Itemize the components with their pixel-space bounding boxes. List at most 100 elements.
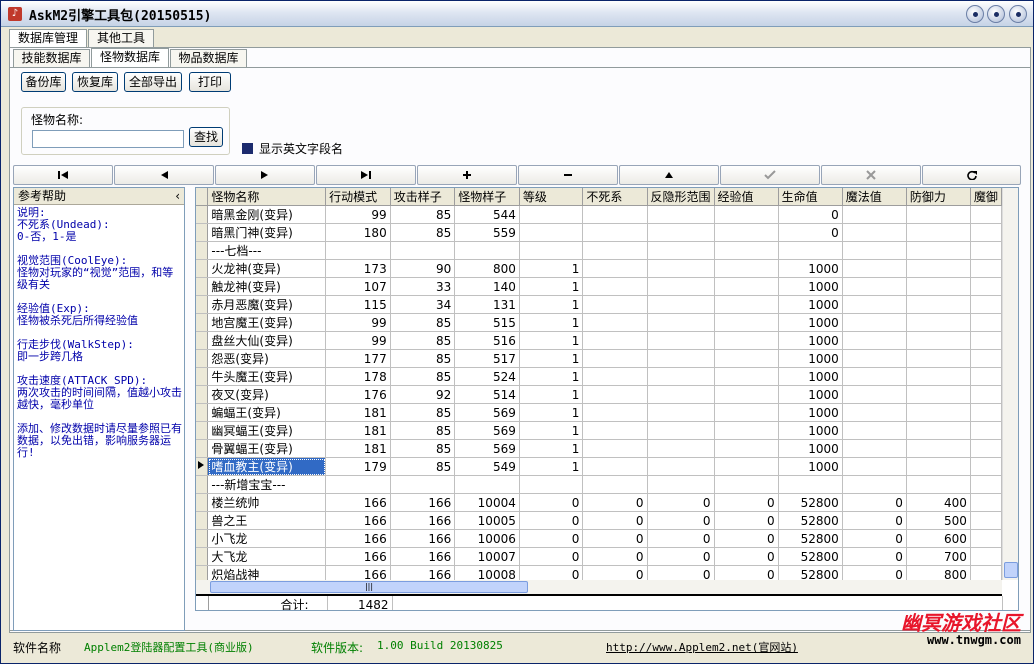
table-cell[interactable] xyxy=(970,241,1002,260)
table-row[interactable]: 火龙神(变异) 173 90 800 1 1000 xyxy=(196,259,1002,278)
table-cell[interactable] xyxy=(970,457,1002,476)
table-cell[interactable]: 0 xyxy=(582,565,648,580)
table-row[interactable]: 怨恶(变异) 177 85 517 1 1000 xyxy=(196,349,1002,368)
tab-database-manage[interactable]: 数据库管理 xyxy=(9,29,87,49)
table-cell[interactable]: 1 xyxy=(519,259,584,278)
cell-name[interactable]: 盘丝大仙(变异) xyxy=(207,331,327,350)
table-cell[interactable] xyxy=(582,403,648,422)
vertical-scroll-thumb[interactable] xyxy=(1004,562,1018,578)
table-cell[interactable] xyxy=(325,475,391,494)
table-cell[interactable]: 0 xyxy=(778,223,843,242)
table-cell[interactable]: 52800 xyxy=(778,529,843,548)
table-cell[interactable] xyxy=(714,349,779,368)
table-cell[interactable]: 0 xyxy=(714,547,779,566)
table-cell[interactable] xyxy=(582,385,648,404)
table-cell[interactable] xyxy=(906,277,971,296)
table-cell[interactable] xyxy=(842,421,907,440)
nav-cancel-button[interactable] xyxy=(821,165,921,185)
cell-name[interactable]: 兽之王 xyxy=(207,511,327,530)
table-cell[interactable] xyxy=(842,295,907,314)
table-cell[interactable]: 166 xyxy=(390,529,456,548)
table-cell[interactable]: 177 xyxy=(325,349,391,368)
nav-insert-button[interactable] xyxy=(417,165,517,185)
cell-name[interactable]: 夜叉(变异) xyxy=(207,385,327,404)
table-cell[interactable] xyxy=(970,529,1002,548)
table-cell[interactable]: 569 xyxy=(454,403,520,422)
table-cell[interactable]: 178 xyxy=(325,367,391,386)
table-cell[interactable] xyxy=(582,367,648,386)
table-cell[interactable]: 99 xyxy=(325,313,391,332)
table-cell[interactable]: 0 xyxy=(582,493,648,512)
table-cell[interactable] xyxy=(714,403,779,422)
table-cell[interactable] xyxy=(906,295,971,314)
table-cell[interactable]: 517 xyxy=(454,349,520,368)
table-row[interactable]: 暗黑门神(变异) 180 85 559 0 xyxy=(196,223,1002,242)
column-header[interactable]: 防御力 xyxy=(906,188,971,206)
restore-button[interactable]: 恢复库 xyxy=(72,72,118,92)
table-row[interactable]: 嗜血教主(变异) 179 85 549 1 1000 xyxy=(196,457,1002,476)
column-header[interactable]: 等级 xyxy=(519,188,584,206)
table-cell[interactable] xyxy=(714,421,779,440)
column-header[interactable]: 攻击样子 xyxy=(390,188,456,206)
table-cell[interactable] xyxy=(842,439,907,458)
column-header[interactable]: 生命值 xyxy=(778,188,843,206)
table-cell[interactable] xyxy=(906,313,971,332)
table-cell[interactable]: 115 xyxy=(325,295,391,314)
backup-button[interactable]: 备份库 xyxy=(21,72,66,92)
table-cell[interactable]: 1000 xyxy=(778,349,843,368)
table-cell[interactable] xyxy=(519,475,584,494)
table-cell[interactable]: 52800 xyxy=(778,565,843,580)
table-cell[interactable] xyxy=(647,421,715,440)
table-cell[interactable]: 516 xyxy=(454,331,520,350)
table-cell[interactable]: 0 xyxy=(647,493,715,512)
table-cell[interactable] xyxy=(647,241,715,260)
table-cell[interactable] xyxy=(519,241,584,260)
table-cell[interactable]: 166 xyxy=(325,529,391,548)
table-cell[interactable]: 34 xyxy=(390,295,456,314)
table-cell[interactable]: 166 xyxy=(325,511,391,530)
table-cell[interactable]: 0 xyxy=(842,529,907,548)
table-cell[interactable] xyxy=(970,439,1002,458)
table-cell[interactable]: 1 xyxy=(519,313,584,332)
table-cell[interactable] xyxy=(454,241,520,260)
table-cell[interactable] xyxy=(842,259,907,278)
table-cell[interactable] xyxy=(582,295,648,314)
table-cell[interactable] xyxy=(906,403,971,422)
table-row[interactable]: 触龙神(变异) 107 33 140 1 1000 xyxy=(196,277,1002,296)
table-cell[interactable] xyxy=(647,403,715,422)
table-cell[interactable] xyxy=(970,385,1002,404)
table-cell[interactable] xyxy=(325,241,391,260)
table-row[interactable]: 幽冥蝠王(变异) 181 85 569 1 1000 xyxy=(196,421,1002,440)
table-cell[interactable] xyxy=(714,475,779,494)
table-cell[interactable]: 85 xyxy=(390,403,456,422)
table-cell[interactable]: 181 xyxy=(325,439,391,458)
nav-delete-button[interactable] xyxy=(518,165,618,185)
table-row[interactable]: 盘丝大仙(变异) 99 85 516 1 1000 xyxy=(196,331,1002,350)
table-row[interactable]: 楼兰统帅 166 166 10004 0 0 0 0 52800 0 400 xyxy=(196,493,1002,512)
table-cell[interactable]: 52800 xyxy=(778,511,843,530)
table-cell[interactable] xyxy=(906,475,971,494)
table-row[interactable]: 炽焰战神 166 166 10008 0 0 0 0 52800 0 800 xyxy=(196,565,1002,580)
table-cell[interactable] xyxy=(970,547,1002,566)
table-cell[interactable]: 1 xyxy=(519,403,584,422)
nav-post-button[interactable] xyxy=(720,165,820,185)
table-cell[interactable] xyxy=(582,277,648,296)
cell-name[interactable]: 牛头魔王(变异) xyxy=(207,367,327,386)
cell-name[interactable]: 火龙神(变异) xyxy=(207,259,327,278)
table-cell[interactable] xyxy=(714,313,779,332)
cell-name[interactable]: 幽冥蝠王(变异) xyxy=(207,421,327,440)
cell-name[interactable]: 炽焰战神 xyxy=(207,565,327,580)
table-cell[interactable]: 1000 xyxy=(778,259,843,278)
table-cell[interactable] xyxy=(970,223,1002,242)
table-cell[interactable] xyxy=(842,331,907,350)
grid-vertical-scrollbar[interactable] xyxy=(1002,188,1018,580)
table-cell[interactable]: 0 xyxy=(647,565,715,580)
table-cell[interactable]: 1 xyxy=(519,331,584,350)
table-cell[interactable] xyxy=(519,205,584,224)
table-cell[interactable] xyxy=(390,475,456,494)
nav-next-button[interactable] xyxy=(215,165,315,185)
table-cell[interactable] xyxy=(842,349,907,368)
table-cell[interactable]: 85 xyxy=(390,223,456,242)
table-cell[interactable]: 0 xyxy=(842,511,907,530)
table-row[interactable]: 大飞龙 166 166 10007 0 0 0 0 52800 0 700 xyxy=(196,547,1002,566)
